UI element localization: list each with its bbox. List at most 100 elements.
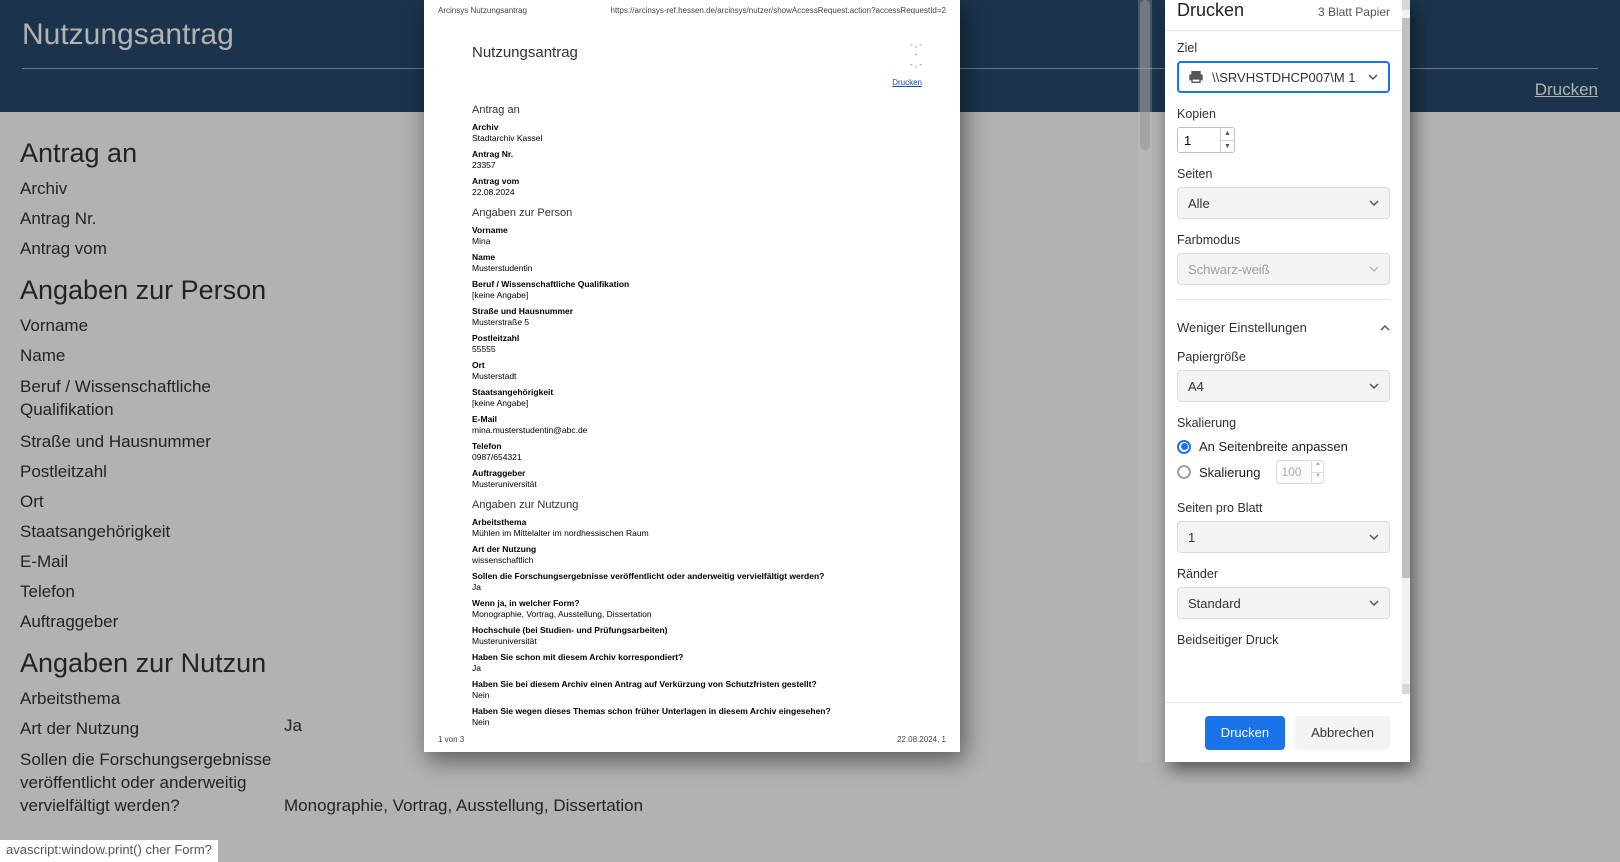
- pv-str-v: Musterstraße 5: [472, 317, 922, 327]
- spin-up-icon[interactable]: ▲: [1221, 128, 1234, 141]
- seiten-pro-blatt-label: Seiten pro Blatt: [1177, 501, 1390, 515]
- pv-vom-v: 22.08.2024: [472, 187, 922, 197]
- preview-header-left: Arcinsys Nutzungsantrag: [438, 6, 527, 15]
- divider: [1177, 299, 1390, 300]
- pv-tel-l: Telefon: [472, 441, 922, 451]
- pv-auf-l: Auftraggeber: [472, 468, 922, 478]
- ziel-select[interactable]: \\SRVHSTDHCP007\M 1: [1177, 61, 1390, 93]
- pv-name-l: Name: [472, 252, 922, 262]
- preview-sec-nutzung: Angaben zur Nutzung: [472, 499, 922, 511]
- raender-value: Standard: [1188, 596, 1241, 611]
- chevron-up-icon: [1380, 320, 1390, 335]
- seiten-select[interactable]: Alle: [1177, 187, 1390, 219]
- seiten-label: Seiten: [1177, 167, 1390, 181]
- pv-korr-v: Ja: [472, 663, 922, 673]
- pv-nr-l: Antrag Nr.: [472, 149, 922, 159]
- pv-form-v: Monographie, Vortrag, Ausstellung, Disse…: [472, 609, 922, 619]
- pv-nr-v: 23357: [472, 160, 922, 170]
- pv-verk-v: Nein: [472, 690, 922, 700]
- cancel-button[interactable]: Abbrechen: [1295, 716, 1390, 750]
- pv-thema-v: Mühlen im Mittelalter im nordhessischen …: [472, 528, 922, 538]
- preview-scrollbar-thumb[interactable]: [1140, 0, 1150, 150]
- pv-mail-v: mina.musterstudentin@abc.de: [472, 425, 922, 435]
- preview-sec-antrag: Antrag an: [472, 104, 922, 116]
- skalierung-label: Skalierung: [1177, 416, 1390, 430]
- pv-plz-v: 55555: [472, 344, 922, 354]
- pv-str-l: Straße und Hausnummer: [472, 306, 922, 316]
- pv-auf-v: Musteruniversität: [472, 479, 922, 489]
- preview-print-link: Drucken: [892, 78, 922, 87]
- preview-doc-title: Nutzungsantrag: [472, 44, 578, 61]
- farbmodus-value: Schwarz-weiß: [1188, 262, 1270, 277]
- pv-tel-v: 0987/654321: [472, 452, 922, 462]
- print-button[interactable]: Drucken: [1205, 716, 1285, 750]
- scale-stepper: ▲▼: [1276, 460, 1324, 484]
- dialog-title: Drucken: [1177, 0, 1244, 21]
- raender-label: Ränder: [1177, 567, 1390, 581]
- pv-korr-l: Haben Sie schon mit diesem Archiv korres…: [472, 652, 922, 662]
- preview-footer-right: 22.08.2024, 1: [897, 735, 946, 744]
- pv-ort-v: Musterstadt: [472, 371, 922, 381]
- ziel-value: \\SRVHSTDHCP007\M 1: [1212, 70, 1356, 85]
- chevron-down-icon: [1368, 72, 1378, 82]
- scale-input: [1277, 461, 1311, 483]
- farbmodus-label: Farbmodus: [1177, 233, 1390, 247]
- pv-art-v: wissenschaftlich: [472, 555, 922, 565]
- radio-custom-scale[interactable]: [1177, 465, 1191, 479]
- divider: [1165, 30, 1402, 31]
- printer-icon: [1188, 69, 1204, 85]
- kopien-label: Kopien: [1177, 107, 1390, 121]
- radio-fit-width[interactable]: [1177, 440, 1191, 454]
- pv-name-v: Musterstudentin: [472, 263, 922, 273]
- kopien-stepper[interactable]: ▲▼: [1177, 127, 1235, 153]
- duplex-label: Beidseitiger Druck: [1177, 633, 1390, 647]
- pv-hs-v: Musteruniversität: [472, 636, 922, 646]
- spin-down-icon[interactable]: ▼: [1221, 141, 1234, 153]
- chevron-down-icon: [1369, 598, 1379, 608]
- print-preview-page: Arcinsys Nutzungsantrag https://arcinsys…: [424, 0, 960, 762]
- preview-footer-left: 1 von 3: [438, 735, 464, 744]
- pv-form-l: Wenn ja, in welcher Form?: [472, 598, 922, 608]
- pv-verk-l: Haben Sie bei diesem Archiv einen Antrag…: [472, 679, 922, 689]
- less-settings-toggle[interactable]: Weniger Einstellungen: [1165, 312, 1402, 342]
- pv-nat-l: Staatsangehörigkeit: [472, 387, 922, 397]
- scrollbar-arrow-down-icon[interactable]: [1402, 684, 1410, 694]
- preview-scrollbar[interactable]: [1138, 0, 1152, 762]
- spin-down-icon: ▼: [1312, 473, 1323, 484]
- pv-vorn-l: Vorname: [472, 225, 922, 235]
- pv-archiv-v: Stadtarchiv Kassel: [472, 133, 922, 143]
- seiten-pro-blatt-select[interactable]: 1: [1177, 521, 1390, 553]
- radio-fit-width-label: An Seitenbreite anpassen: [1199, 439, 1348, 454]
- pv-ort-l: Ort: [472, 360, 922, 370]
- preview-top-right-block: - , - - - , -: [910, 40, 922, 70]
- spin-up-icon: ▲: [1312, 461, 1323, 473]
- pv-frueh-v: Nein: [472, 717, 922, 727]
- raender-select[interactable]: Standard: [1177, 587, 1390, 619]
- pv-plz-l: Postleitzahl: [472, 333, 922, 343]
- chevron-down-icon: [1369, 264, 1379, 274]
- pv-beruf-l: Beruf / Wissenschaftliche Qualifikation: [472, 279, 922, 289]
- pv-frueh-l: Haben Sie wegen dieses Themas schon früh…: [472, 706, 922, 716]
- print-dialog: Drucken 3 Blatt Papier Ziel \\SRVHSTDHCP…: [1165, 0, 1410, 762]
- papier-select[interactable]: A4: [1177, 370, 1390, 402]
- pv-archiv-l: Archiv: [472, 122, 922, 132]
- pv-vorn-v: Mina: [472, 236, 922, 246]
- pv-hs-l: Hochschule (bei Studien- und Prüfungsarb…: [472, 625, 922, 635]
- papier-label: Papiergröße: [1177, 350, 1390, 364]
- seiten-value: Alle: [1188, 196, 1210, 211]
- papier-value: A4: [1188, 379, 1204, 394]
- scrollbar-arrow-up-icon[interactable]: [1402, 0, 1410, 10]
- kopien-input[interactable]: [1178, 128, 1220, 152]
- ziel-label: Ziel: [1177, 41, 1390, 55]
- dialog-scrollbar-thumb[interactable]: [1402, 18, 1410, 578]
- status-bar-javascript-url: avascript:window.print() cher Form?: [0, 840, 218, 862]
- seiten-pro-blatt-value: 1: [1188, 530, 1195, 545]
- pv-art-l: Art der Nutzung: [472, 544, 922, 554]
- dialog-scrollbar[interactable]: [1402, 0, 1410, 694]
- pv-beruf-v: [keine Angabe]: [472, 290, 922, 300]
- pv-publ-l: Sollen die Forschungsergebnisse veröffen…: [472, 571, 922, 581]
- pv-thema-l: Arbeitsthema: [472, 517, 922, 527]
- dialog-subtitle: 3 Blatt Papier: [1318, 5, 1390, 19]
- less-settings-label: Weniger Einstellungen: [1177, 320, 1307, 335]
- radio-custom-scale-label: Skalierung: [1199, 465, 1260, 480]
